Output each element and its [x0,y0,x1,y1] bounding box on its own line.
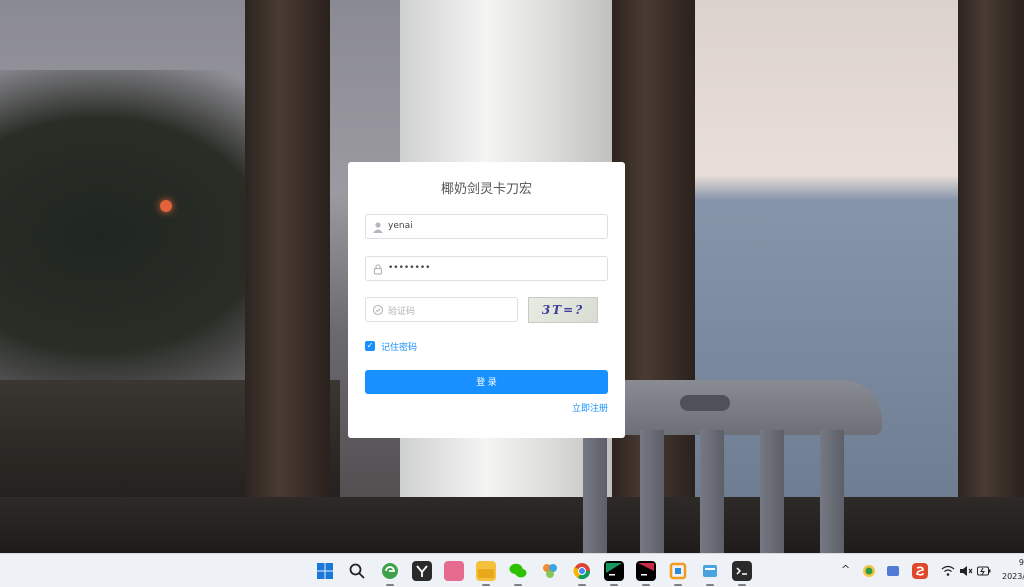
webstorm-icon[interactable] [604,561,624,581]
tray-app-blue-icon[interactable] [885,563,901,579]
app-pink-icon[interactable] [444,561,464,581]
shield-check-icon [372,304,384,316]
captcha-field[interactable]: 验证码 [365,297,518,322]
captcha-text: 3T=? [541,303,585,317]
app-orange-active-indicator [674,584,682,586]
volume-muted-icon[interactable] [958,563,974,579]
password-field[interactable]: •••••••• [365,256,608,281]
terminal-icon[interactable] [732,561,752,581]
remember-password-checkbox[interactable]: ✓ 记住密码 [365,339,417,353]
captcha-placeholder: 验证码 [388,307,416,317]
captcha-image[interactable]: 3T=? [528,297,598,323]
wechat-active-indicator [514,584,522,586]
chair-slat [640,430,664,553]
background-light [160,200,172,212]
wifi-icon[interactable] [940,563,956,579]
wechat-icon[interactable] [508,561,528,581]
lock-icon [372,263,384,275]
register-link[interactable]: 立即注册 [572,401,608,414]
login-card: 椰奶剑灵卡刀宏 yenai •••••••• 验证码 3T=? ✓ 记住密码 登… [348,162,625,438]
terminal-active-indicator [738,584,746,586]
window-sill [0,497,1024,553]
window-frame-left [245,0,330,553]
system-clock[interactable]: 9 2023/ [1002,556,1024,584]
login-title: 椰奶剑灵卡刀宏 [440,182,532,197]
edge-active-indicator [386,584,394,586]
tray-input-method-icon[interactable] [912,563,928,579]
chair-slat [583,430,607,553]
chair-handle [680,395,730,411]
chrome-active-indicator [578,584,586,586]
tray-app-green-icon[interactable] [861,563,877,579]
username-field[interactable]: yenai [365,214,608,239]
password-value: •••••••• [388,263,431,273]
intellij-icon[interactable] [636,561,656,581]
photos-icon[interactable] [540,561,560,581]
chair-slat [760,430,784,553]
chair-slat [700,430,724,553]
chrome-icon[interactable] [572,561,592,581]
clock-time: 9 [1018,558,1024,567]
chair-slat [820,430,844,553]
webstorm-active-indicator [610,584,618,586]
tray-chevron-icon[interactable]: ^ [841,563,850,576]
windows-start-icon[interactable] [315,561,335,581]
checkbox-checked-icon: ✓ [365,341,375,351]
explorer-active-indicator [482,584,490,586]
search-icon[interactable] [347,561,367,581]
intellij-active-indicator [642,584,650,586]
remember-password-label: 记住密码 [381,342,418,353]
app-blue-active-indicator [706,584,714,586]
windows-taskbar: ^ 9 2023/ [0,553,1024,587]
yuque-icon[interactable] [412,561,432,581]
battery-charging-icon[interactable] [976,563,992,579]
user-icon [372,221,384,233]
app-blue-window-icon[interactable] [700,561,720,581]
file-explorer-icon[interactable] [476,561,496,581]
login-button[interactable]: 登 录 [365,370,608,394]
username-value: yenai [388,221,413,231]
clock-date: 2023/ [1002,572,1024,581]
app-orange-square-icon[interactable] [668,561,688,581]
window-frame-right [958,0,1024,553]
edge-icon[interactable] [380,561,400,581]
